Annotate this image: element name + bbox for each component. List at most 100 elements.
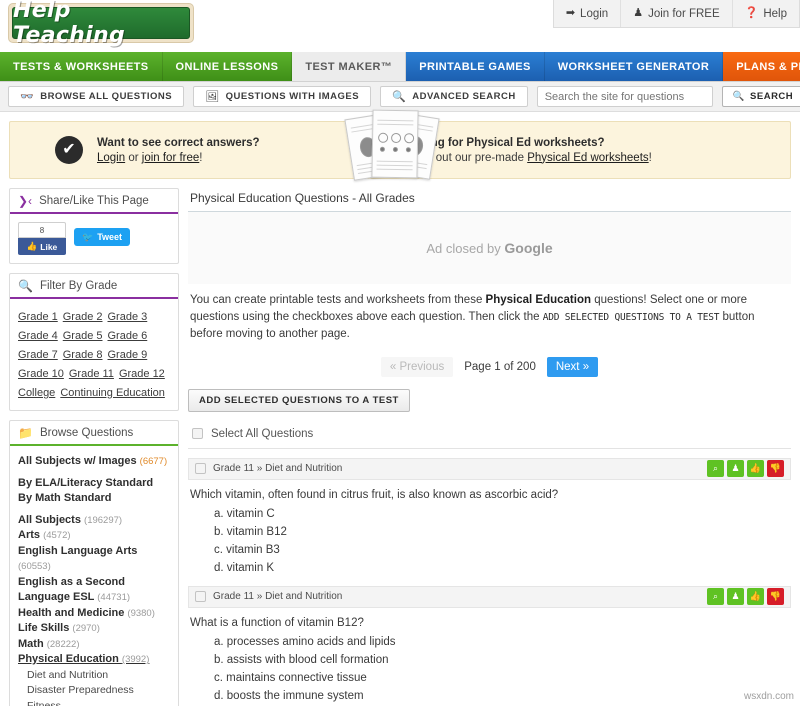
ad-closed-brand: Google xyxy=(504,240,553,256)
grade-link-grade-12[interactable]: Grade 12 xyxy=(119,368,165,380)
promo-join-free-link[interactable]: join for free xyxy=(142,152,200,164)
grade-link-grade-9[interactable]: Grade 9 xyxy=(108,349,148,361)
join-free-button[interactable]: ♟ Join for FREE xyxy=(620,0,731,27)
grade-link-grade-1[interactable]: Grade 1 xyxy=(18,311,58,323)
facebook-like-widget[interactable]: 8 👍 Like xyxy=(18,222,66,255)
question-checkbox[interactable] xyxy=(195,591,206,602)
tweet-label: Tweet xyxy=(97,232,123,242)
tweet-button[interactable]: 🐦 Tweet xyxy=(74,228,131,246)
question-option: b. vitamin B12 xyxy=(214,525,287,538)
promo-right-title: Looking for Physical Ed worksheets? xyxy=(400,136,605,149)
grade-link-college[interactable]: College xyxy=(18,387,55,399)
main-content: Physical Education Questions - All Grade… xyxy=(188,188,791,706)
subtopic-link-fitness[interactable]: Fitness xyxy=(18,699,170,706)
question-options: a. processes amino acids and lipids b. as… xyxy=(188,633,791,705)
worksheet-stack-image xyxy=(344,108,447,184)
login-button[interactable]: ➡ Login xyxy=(554,0,620,27)
magnifier-icon: 🔍 xyxy=(392,91,407,103)
browse-item-by-math-standard[interactable]: By Math Standard xyxy=(18,491,170,507)
subject-link-all-subjects[interactable]: All Subjects (196297) xyxy=(18,513,170,529)
questions-with-images-button[interactable]: 🖼 QUESTIONS WITH IMAGES xyxy=(193,86,372,107)
grade-link-grade-6[interactable]: Grade 6 xyxy=(108,330,148,342)
account-bar: ➡ Login ♟ Join for FREE ❓ Help xyxy=(552,0,800,28)
nav-tab-tests-worksheets[interactable]: TESTS & WORKSHEETS xyxy=(0,52,163,81)
add-selected-questions-button[interactable]: ADD SELECTED QUESTIONS TO A TEST xyxy=(188,388,410,412)
next-page-button[interactable]: Next » xyxy=(546,356,599,377)
browse-questions-header: 📁 Browse Questions xyxy=(10,421,178,446)
page-layout: ❯‹ Share/Like This Page 8 👍 Like 🐦 Tweet xyxy=(0,179,800,706)
question-option: d. vitamin K xyxy=(214,561,275,574)
folder-icon: 📁 xyxy=(18,426,33,440)
site-search-input[interactable] xyxy=(536,86,713,107)
nav-tab-plans-pricing[interactable]: PLANS & PRICING xyxy=(723,52,800,81)
advanced-search-button[interactable]: 🔍 ADVANCED SEARCH xyxy=(380,86,528,107)
grade-link-grade-10[interactable]: Grade 10 xyxy=(18,368,64,380)
share-icon: ❯‹ xyxy=(18,194,33,208)
question-option: d. boosts the immune system xyxy=(214,689,364,702)
filter-by-grade-title: Filter By Grade xyxy=(39,280,118,292)
browse-all-questions-label: BROWSE ALL QUESTIONS xyxy=(40,91,173,102)
browse-item-by-ela-literacy-standard[interactable]: By ELA/Literacy Standard xyxy=(18,476,170,492)
grade-link-grade-8[interactable]: Grade 8 xyxy=(63,349,103,361)
grade-link-continuing-education[interactable]: Continuing Education xyxy=(60,387,165,399)
question-option: a. vitamin C xyxy=(214,507,275,520)
instructions-text: You can create printable tests and works… xyxy=(188,290,791,343)
filter-by-grade-header: 🔍 Filter By Grade xyxy=(10,274,178,299)
grade-link-grade-2[interactable]: Grade 2 xyxy=(63,311,103,323)
physical-ed-worksheets-link[interactable]: Physical Ed worksheets xyxy=(527,152,648,164)
promo-right-tail: ! xyxy=(648,151,652,164)
thumbs-up-icon[interactable]: 👍 xyxy=(747,588,764,605)
subject-link-arts[interactable]: Arts (4572) xyxy=(18,528,170,544)
select-all-checkbox[interactable] xyxy=(192,428,203,439)
preview-icon[interactable]: ⌕ xyxy=(707,588,724,605)
subtopic-link-disaster-preparedness[interactable]: Disaster Preparedness xyxy=(18,683,170,699)
print-icon[interactable]: ♟ xyxy=(727,588,744,605)
subject-count: (2970) xyxy=(72,623,100,634)
nav-tab-test-maker[interactable]: TEST MAKER™ xyxy=(292,52,407,81)
advanced-search-label: ADVANCED SEARCH xyxy=(412,91,516,102)
facebook-like-button[interactable]: 👍 Like xyxy=(18,238,66,255)
subject-link-health-and-medicine[interactable]: Health and Medicine (9380) xyxy=(18,606,170,622)
grade-link-grade-11[interactable]: Grade 11 xyxy=(69,368,114,380)
browse-all-questions-button[interactable]: 👓 BROWSE ALL QUESTIONS xyxy=(8,86,185,107)
site-logo[interactable]: Help Teaching xyxy=(8,0,194,48)
grade-link-grade-3[interactable]: Grade 3 xyxy=(108,311,148,323)
thumbs-down-icon[interactable]: 👎 xyxy=(767,460,784,477)
print-icon[interactable]: ♟ xyxy=(727,460,744,477)
promo-left-mid: or xyxy=(125,151,142,164)
nav-tab-online-lessons[interactable]: ONLINE LESSONS xyxy=(162,52,293,81)
thumbs-up-icon[interactable]: 👍 xyxy=(747,460,764,477)
grade-link-grade-4[interactable]: Grade 4 xyxy=(18,330,58,342)
subject-link-life-skills[interactable]: Life Skills (2970) xyxy=(18,621,170,637)
promo-left-subtitle: Login or join for free! xyxy=(97,152,260,164)
help-button[interactable]: ❓ Help xyxy=(731,0,799,27)
subject-count: (44731) xyxy=(97,592,131,603)
magnifier-icon: 🔍 xyxy=(732,91,746,102)
instructions-button-name: ADD SELECTED QUESTIONS TO A TEST xyxy=(542,311,720,323)
ad-closed-text: Ad closed by Google xyxy=(426,240,552,256)
subtopic-link-diet-and-nutrition[interactable]: Diet and Nutrition xyxy=(18,668,170,684)
search-submit-button[interactable]: 🔍 SEARCH xyxy=(721,86,800,107)
previous-page-button[interactable]: « Previous xyxy=(380,356,454,377)
share-panel-body: 8 👍 Like 🐦 Tweet xyxy=(10,214,178,263)
grade-link-grade-5[interactable]: Grade 5 xyxy=(63,330,103,342)
nav-tab-worksheet-generator[interactable]: WORKSHEET GENERATOR xyxy=(544,52,724,81)
subject-link-english-language-arts[interactable]: English Language Arts (60553) xyxy=(18,544,170,575)
promo-login-link[interactable]: Login xyxy=(97,152,125,164)
question-text: What is a function of vitamin B12? xyxy=(190,616,364,629)
promo-left-title: Want to see correct answers? xyxy=(97,136,260,149)
worksheet-page xyxy=(371,109,419,179)
nav-tab-printable-games[interactable]: PRINTABLE GAMES xyxy=(406,52,545,81)
promo-banner: ✔ Want to see correct answers? Login or … xyxy=(9,109,791,181)
thumbs-down-icon[interactable]: 👎 xyxy=(767,588,784,605)
subject-link-physical-education[interactable]: Physical Education (3992) xyxy=(18,652,170,668)
preview-icon[interactable]: ⌕ xyxy=(707,460,724,477)
select-all-row[interactable]: Select All Questions xyxy=(188,420,791,449)
question-options: a. vitamin C b. vitamin B12 c. vitamin B3 d… xyxy=(188,505,791,577)
grade-link-grade-7[interactable]: Grade 7 xyxy=(18,349,58,361)
subject-link-english-as-a-second-language-esl[interactable]: English as a Second Language ESL (44731) xyxy=(18,575,170,606)
question-checkbox[interactable] xyxy=(195,463,206,474)
browse-item-all-subjects-w-images[interactable]: All Subjects w/ Images (6677) xyxy=(18,454,170,470)
share-panel-title: Share/Like This Page xyxy=(39,195,149,207)
subject-link-math[interactable]: Math (28222) xyxy=(18,637,170,653)
